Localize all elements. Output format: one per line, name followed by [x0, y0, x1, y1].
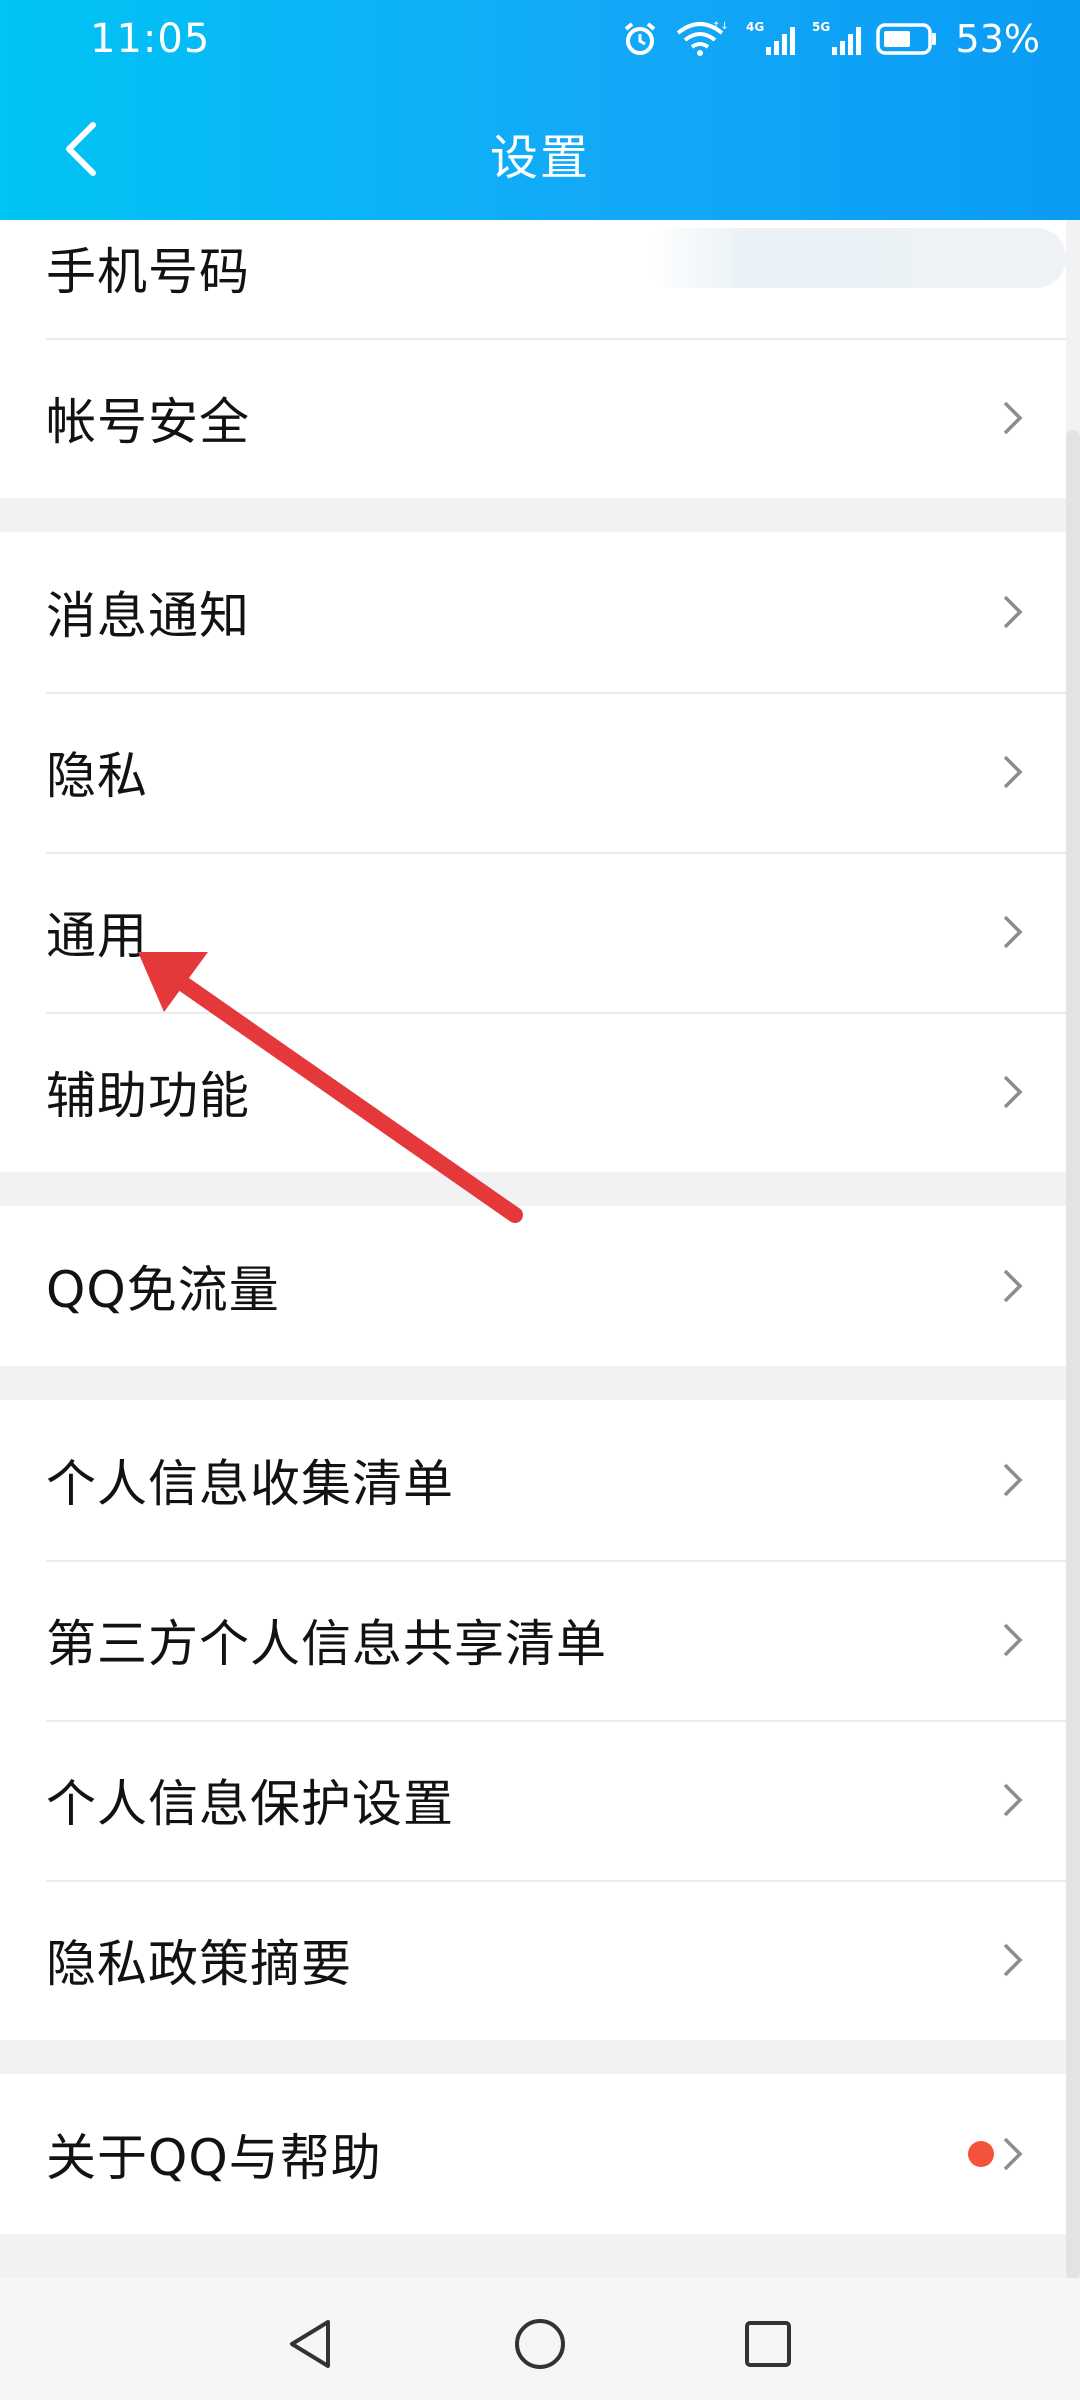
item-right [1002, 1720, 1024, 1880]
settings-item-general[interactable]: 通用 [0, 852, 1066, 1012]
scrollbar[interactable] [1066, 430, 1080, 2280]
item-right [1002, 1012, 1024, 1172]
chevron-right-icon [1003, 1783, 1023, 1817]
settings-group-general: 消息通知 隐私 通用 辅助功能 [0, 532, 1066, 1172]
settings-item-info-collection-list[interactable]: 个人信息收集清单 [0, 1400, 1066, 1560]
settings-item-label: 手机号码 [46, 243, 250, 301]
settings-item-privacy-policy-summary[interactable]: 隐私政策摘要 [0, 1880, 1066, 2040]
settings-item-accessibility[interactable]: 辅助功能 [0, 1012, 1066, 1172]
settings-item-label: 消息通知 [46, 587, 250, 645]
status-icons: ↑↓ 4G 5G 53% [620, 14, 1040, 64]
chevron-right-icon [1003, 2137, 1023, 2171]
signal-5g-icon: 5G [812, 20, 861, 55]
settings-item-phone-number[interactable]: 手机号码 [0, 220, 1066, 338]
item-right [1002, 1560, 1024, 1720]
item-right [1002, 692, 1024, 852]
signal-4g-icon: 4G [746, 20, 795, 55]
item-right [1002, 338, 1024, 498]
settings-group-personal-info: 个人信息收集清单 第三方个人信息共享清单 个人信息保护设置 隐私政策摘要 [0, 1400, 1066, 2040]
nav-home-button[interactable] [510, 2314, 570, 2374]
settings-item-label: 帐号安全 [46, 393, 250, 451]
settings-item-label: 隐私政策摘要 [46, 1935, 352, 1993]
settings-item-label: 个人信息收集清单 [46, 1455, 454, 1513]
alarm-icon [624, 22, 655, 55]
chevron-right-icon [1003, 1075, 1023, 1109]
item-right [1002, 532, 1024, 692]
item-right [1002, 1880, 1024, 2040]
settings-item-about-help[interactable]: 关于QQ与帮助 [0, 2074, 1066, 2234]
back-triangle-icon [290, 2320, 330, 2368]
settings-group-about: 关于QQ与帮助 [0, 2074, 1066, 2234]
item-right [1002, 1206, 1024, 1366]
settings-group-account: 手机号码 帐号安全 [0, 220, 1066, 498]
chevron-right-icon [1003, 915, 1023, 949]
battery-percentage: 53% [955, 17, 1040, 61]
chevron-right-icon [1003, 755, 1023, 789]
settings-item-account-security[interactable]: 帐号安全 [0, 338, 1066, 498]
chevron-right-icon [1003, 1463, 1023, 1497]
item-right [1002, 852, 1024, 1012]
settings-list: 手机号码 帐号安全 消息通知 隐私 通用 辅助功能 QQ免流量 个人信息收集清单… [0, 220, 1066, 2268]
settings-item-notifications[interactable]: 消息通知 [0, 532, 1066, 692]
svg-text:5G: 5G [812, 20, 830, 34]
battery-icon [875, 23, 936, 55]
item-right [1002, 1400, 1024, 1560]
recents-square-icon [745, 2321, 791, 2367]
svg-text:4G: 4G [746, 20, 764, 34]
settings-item-info-protection[interactable]: 个人信息保护设置 [0, 1720, 1066, 1880]
item-right [968, 2074, 1024, 2234]
chevron-right-icon [1003, 1623, 1023, 1657]
chevron-right-icon [1003, 1269, 1023, 1303]
settings-item-label: 个人信息保护设置 [46, 1775, 454, 1833]
settings-item-free-data[interactable]: QQ免流量 [0, 1206, 1066, 1366]
settings-group-data: QQ免流量 [0, 1206, 1066, 1366]
chevron-right-icon [1003, 1943, 1023, 1977]
app-header: 11:05 ↑↓ 4G 5G 53% 设置 [0, 0, 1080, 220]
nav-back-button[interactable] [280, 2314, 340, 2374]
settings-item-label: 隐私 [46, 747, 148, 805]
wifi-icon: ↑↓ [676, 21, 729, 56]
status-time: 11:05 [90, 16, 211, 62]
system-navigation-bar [0, 2278, 1080, 2400]
home-circle-icon [515, 2319, 565, 2369]
chevron-right-icon [1003, 401, 1023, 435]
chevron-right-icon [1003, 595, 1023, 629]
settings-item-label: 第三方个人信息共享清单 [46, 1615, 607, 1673]
page-title: 设置 [489, 130, 590, 186]
settings-item-privacy[interactable]: 隐私 [0, 692, 1066, 852]
nav-recents-button[interactable] [738, 2314, 798, 2374]
svg-text:↑↓: ↑↓ [712, 21, 729, 32]
masked-phone-value [646, 228, 1066, 288]
status-bar: 11:05 ↑↓ 4G 5G 53% [0, 0, 1080, 80]
settings-item-label: 辅助功能 [46, 1067, 250, 1125]
settings-item-label: QQ免流量 [46, 1261, 280, 1319]
settings-item-label: 通用 [46, 907, 148, 965]
settings-item-third-party-sharing-list[interactable]: 第三方个人信息共享清单 [0, 1560, 1066, 1720]
new-badge-dot [968, 2141, 994, 2167]
settings-item-label: 关于QQ与帮助 [46, 2129, 382, 2187]
